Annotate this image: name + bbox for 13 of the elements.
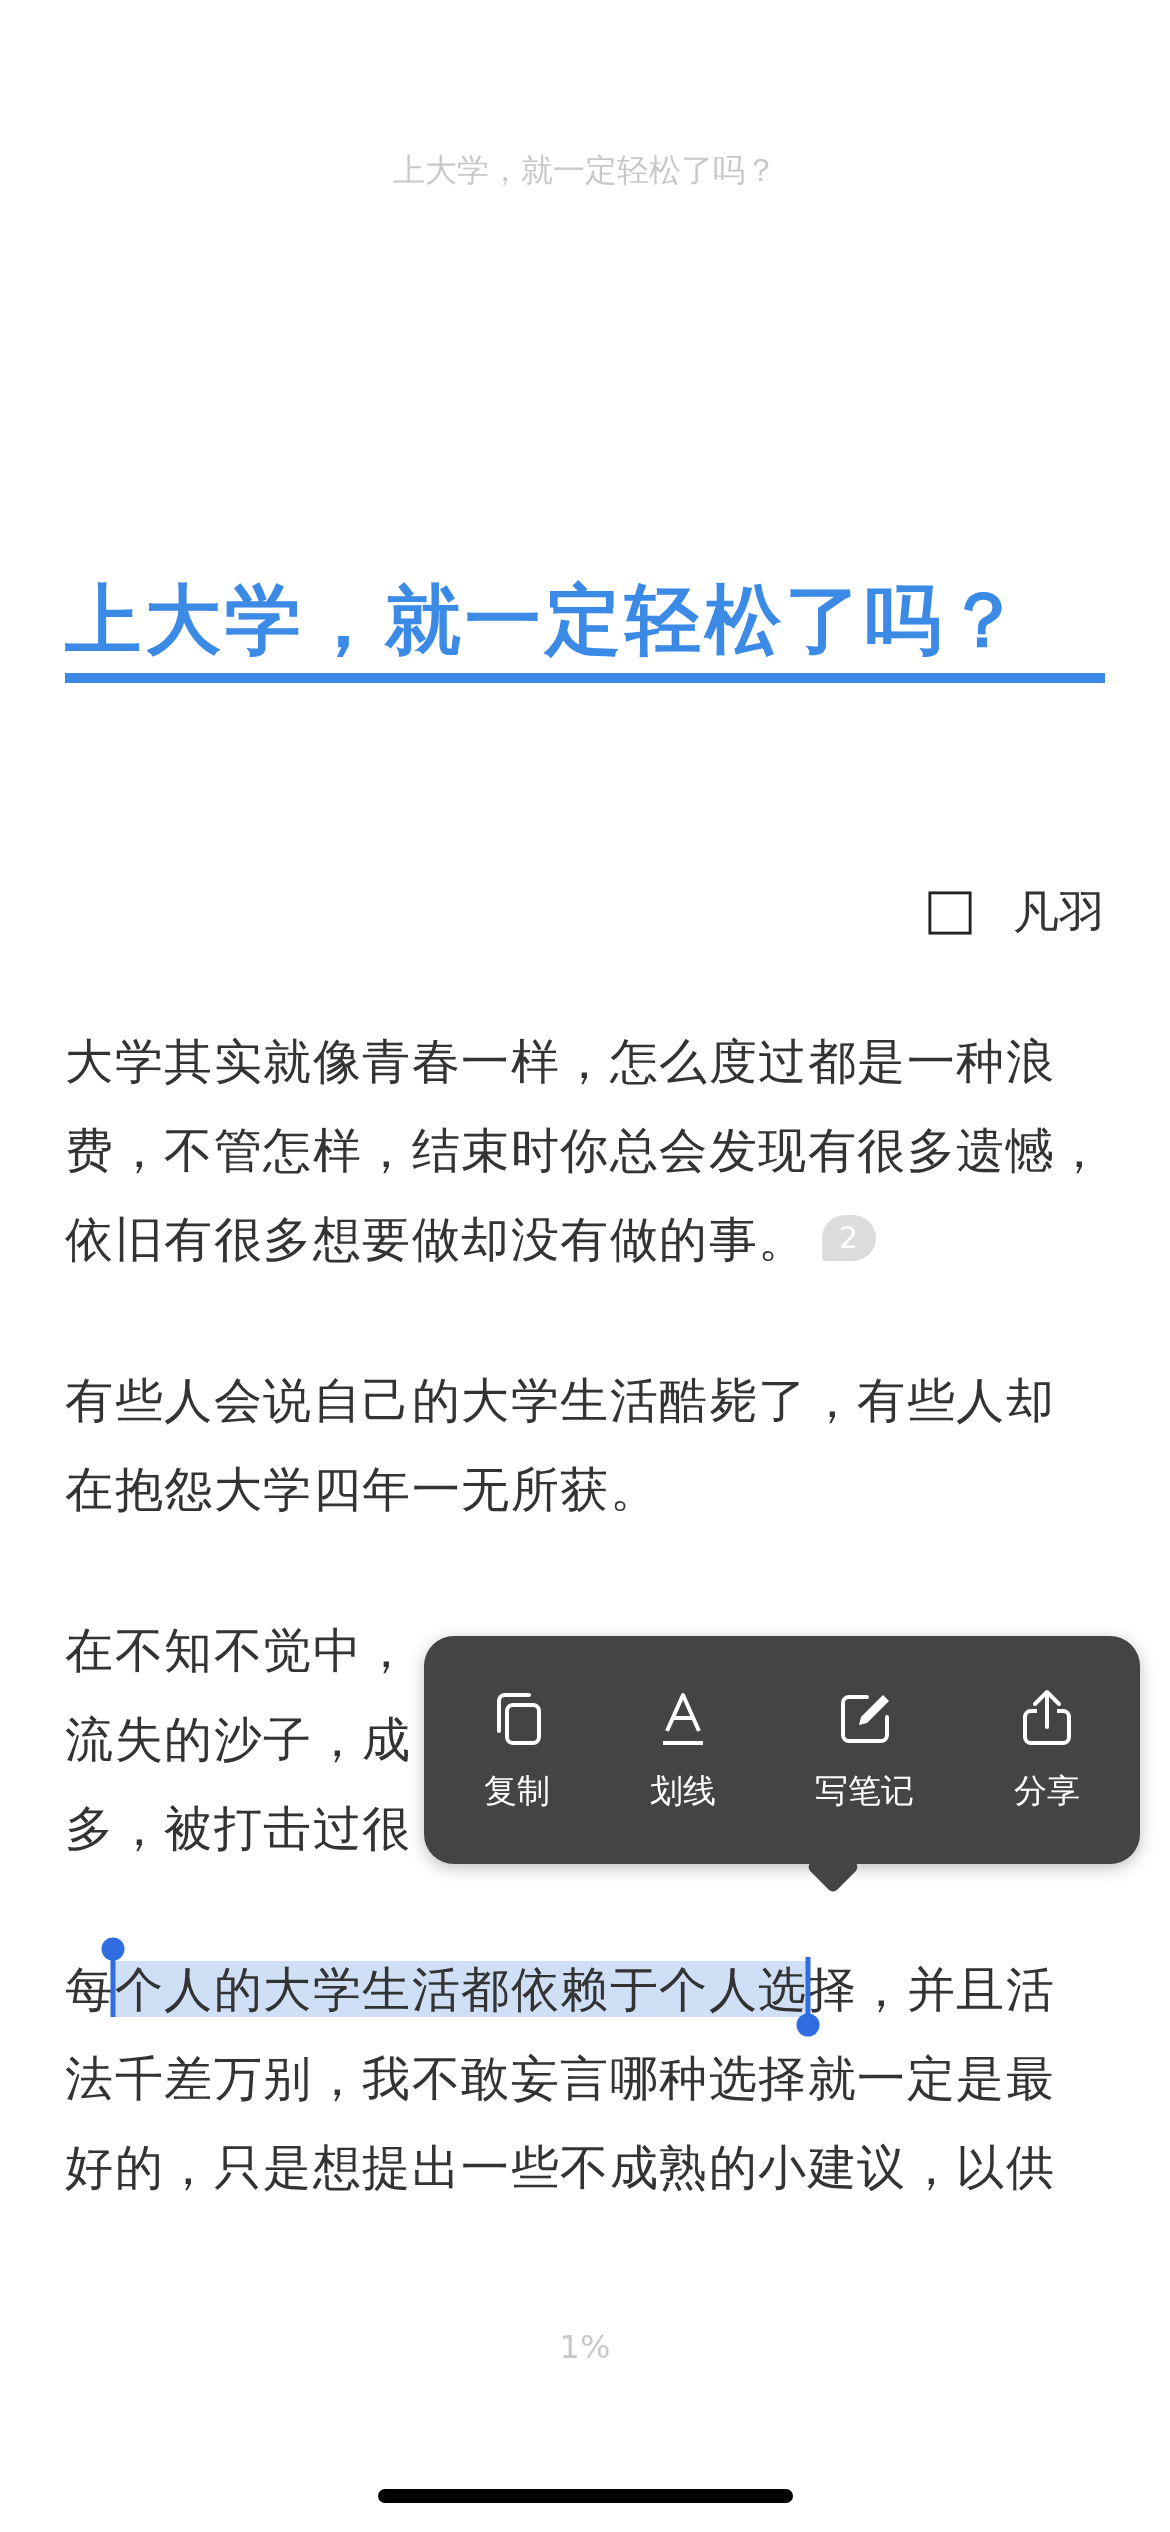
menu-item[interactable]: 分享 [1000,1676,1095,1824]
paragraph: 有些人会说自己的大学生活酷毙了，有些人却 在抱怨大学四年一无所获。 [65,1371,1056,1519]
paragraph-fragment: 多，被打击过很 [65,1800,412,1856]
selected-text[interactable]: 个人的大学生活都依赖于个人选 [114,1961,808,2017]
menu-item[interactable]: 划线 [635,1676,730,1824]
paragraph: 每个人的大学生活都依赖于个人选择，并且活 法千差万别，我不敢妄言哪种选择就一定是最 好的，只是想提出一些不成熟的小建议，以供 [65,1945,1105,2212]
paragraph-fragment: 在不知不觉中， [65,1622,412,1678]
article-title: 上大学，就一定轻松了吗？ [65,575,1026,665]
author-name: 凡羽 [1013,884,1105,941]
checkbox-icon [927,890,973,936]
menu-item[interactable]: 复制 [469,1676,564,1824]
menu-item[interactable]: 写笔记 [801,1676,929,1824]
paragraph-fragment: 流失的沙子，成 [65,1711,412,1767]
